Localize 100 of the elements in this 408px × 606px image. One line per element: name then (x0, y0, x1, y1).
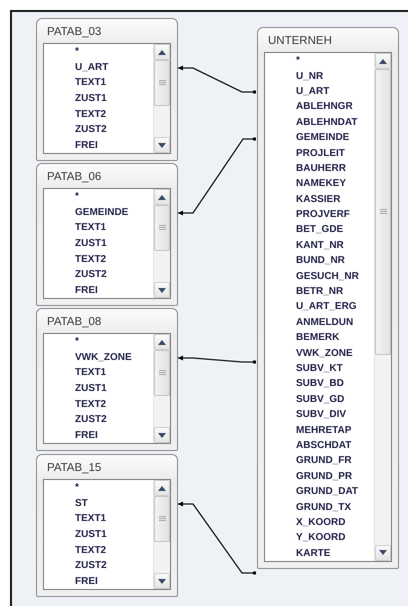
field-item[interactable]: KARTE (265, 546, 374, 561)
field-item[interactable]: GRUND_FR (265, 453, 374, 469)
field-item[interactable]: ZUST1 (44, 90, 153, 106)
field-item[interactable]: GRUND_PR (265, 468, 374, 484)
scroll-thumb[interactable] (154, 60, 170, 106)
scroll-down-button[interactable] (154, 573, 170, 590)
field-item[interactable]: ZUST2 (44, 266, 153, 283)
field-item[interactable]: TEXT2 (44, 106, 153, 122)
field-item[interactable]: SUBV_DIV (265, 406, 374, 422)
scroll-up-button[interactable] (375, 53, 391, 69)
field-item[interactable]: * (44, 44, 153, 60)
field-item[interactable]: ZUST2 (44, 558, 153, 574)
field-item[interactable]: FREI (44, 282, 153, 298)
down-arrow-icon (158, 578, 166, 584)
field-item[interactable]: SUBV_BD (265, 376, 374, 392)
scrollbar[interactable] (374, 53, 391, 561)
field-item[interactable]: PROJLEIT (265, 145, 374, 161)
scroll-up-button[interactable] (154, 189, 170, 205)
relationship-line[interactable] (178, 502, 256, 574)
scroll-down-button[interactable] (154, 282, 170, 298)
relationship-line[interactable] (178, 138, 256, 216)
field-item[interactable]: SUBV_KT (265, 360, 374, 376)
field-item[interactable]: ZUST1 (44, 236, 153, 252)
field-item[interactable]: GEMEINDE (44, 204, 153, 220)
field-item[interactable]: VWK_ZONE (44, 350, 153, 366)
field-item[interactable]: BUND_NR (265, 253, 374, 268)
down-arrow-icon (158, 142, 166, 148)
scroll-down-button[interactable] (375, 544, 391, 561)
field-item[interactable]: U_NR (265, 68, 374, 84)
field-item[interactable]: TEXT2 (44, 251, 153, 267)
relationship-line[interactable] (178, 356, 256, 364)
field-item[interactable]: TEXT1 (44, 220, 153, 236)
scroll-up-button[interactable] (154, 480, 170, 496)
table-window[interactable]: PATAB_06 * GEMEINDE TEXT1 ZUST1 TEXT2 ZUST2 FREI (36, 163, 178, 306)
scroll-thumb[interactable] (154, 496, 170, 542)
table-window[interactable]: PATAB_03 * U_ART TEXT1 ZUST1 TEXT2 ZUST2 FREI (36, 18, 178, 162)
table-window[interactable]: PATAB_08 * VWK_ZONE TEXT1 ZUST1 TEXT2 ZUST2 FREI (36, 308, 178, 452)
field-item[interactable]: Y_KOORD (265, 530, 374, 546)
table-title: PATAB_06 (46, 170, 102, 185)
scroll-thumb[interactable] (154, 350, 170, 396)
field-item[interactable]: BETR_NR (265, 284, 374, 300)
field-item[interactable]: BET_GDE (265, 222, 374, 238)
scrollbar[interactable] (153, 44, 170, 154)
field-item[interactable]: NAMEKEY (265, 176, 374, 192)
scroll-thumb[interactable] (154, 205, 170, 252)
table-title: UNTERNEH (267, 34, 333, 49)
field-item[interactable]: ABSCHDAT (265, 438, 374, 454)
field-item[interactable]: ZUST1 (44, 526, 153, 542)
field-item[interactable]: * (44, 334, 153, 350)
down-arrow-icon (158, 288, 166, 293)
field-item[interactable]: TEXT2 (44, 396, 153, 412)
field-item[interactable]: BAUHERR (265, 160, 374, 176)
field-item[interactable]: TEXT2 (44, 542, 153, 558)
down-arrow-icon (158, 432, 166, 438)
field-item[interactable]: ABLEHNGR (265, 99, 374, 115)
field-item[interactable]: KANT_NR (265, 238, 374, 254)
field-item[interactable]: MEHRETAP (265, 422, 374, 438)
scroll-thumb[interactable] (375, 69, 391, 355)
field-item[interactable]: GRUND_DAT (265, 484, 374, 500)
scrollbar[interactable] (153, 480, 170, 590)
field-item[interactable]: ZUST1 (44, 380, 153, 396)
relationship-line[interactable] (178, 66, 256, 94)
field-item[interactable]: U_ART (44, 60, 153, 76)
scrollbar[interactable] (153, 334, 170, 444)
field-item[interactable]: ZUST2 (44, 122, 153, 138)
field-item[interactable]: SUBV_GD (265, 392, 374, 407)
scroll-up-button[interactable] (154, 44, 170, 60)
field-item[interactable]: U_ART (265, 84, 374, 100)
table-window[interactable] (257, 27, 399, 569)
field-item[interactable]: FREI (44, 428, 153, 444)
field-item[interactable]: PROJVERF (265, 206, 374, 222)
field-item[interactable]: X_KOORD (265, 514, 374, 530)
scroll-up-button[interactable] (154, 334, 170, 350)
field-item[interactable]: BEMERK (265, 330, 374, 346)
field-item[interactable]: ZUST2 (44, 412, 153, 428)
field-item[interactable]: ST (44, 496, 153, 512)
table-title: PATAB_08 (46, 315, 102, 330)
field-item[interactable]: TEXT1 (44, 365, 153, 381)
field-item[interactable]: KASSIER (265, 192, 374, 207)
field-item[interactable]: GEMEINDE (265, 130, 374, 146)
field-item[interactable]: TEXT1 (44, 511, 153, 527)
field-item[interactable]: GESUCH_NR (265, 268, 374, 284)
field-item[interactable]: GRUND_TX (265, 499, 374, 515)
field-item[interactable]: * (44, 189, 153, 205)
field-item[interactable]: * (265, 53, 374, 68)
scroll-down-button[interactable] (154, 427, 170, 444)
field-item[interactable]: * (44, 480, 153, 496)
field-item[interactable]: FREI (44, 138, 153, 154)
down-arrow-icon (379, 550, 387, 556)
scroll-down-button[interactable] (154, 137, 170, 154)
field-item[interactable]: FREI (44, 574, 153, 590)
table-window[interactable]: PATAB_15 * ST TEXT1 ZUST1 TEXT2 ZUST2 FREI (36, 454, 178, 598)
field-item[interactable]: ANMELDUN (265, 314, 374, 330)
field-item[interactable]: VWK_ZONE (265, 345, 374, 361)
table-title: PATAB_03 (46, 25, 102, 40)
scrollbar[interactable] (153, 189, 170, 298)
field-item[interactable]: ABLEHNDAT (265, 114, 374, 130)
field-item[interactable]: U_ART_ERG (265, 299, 374, 315)
field-item[interactable]: TEXT1 (44, 75, 153, 91)
table-title: PATAB_15 (46, 461, 102, 476)
